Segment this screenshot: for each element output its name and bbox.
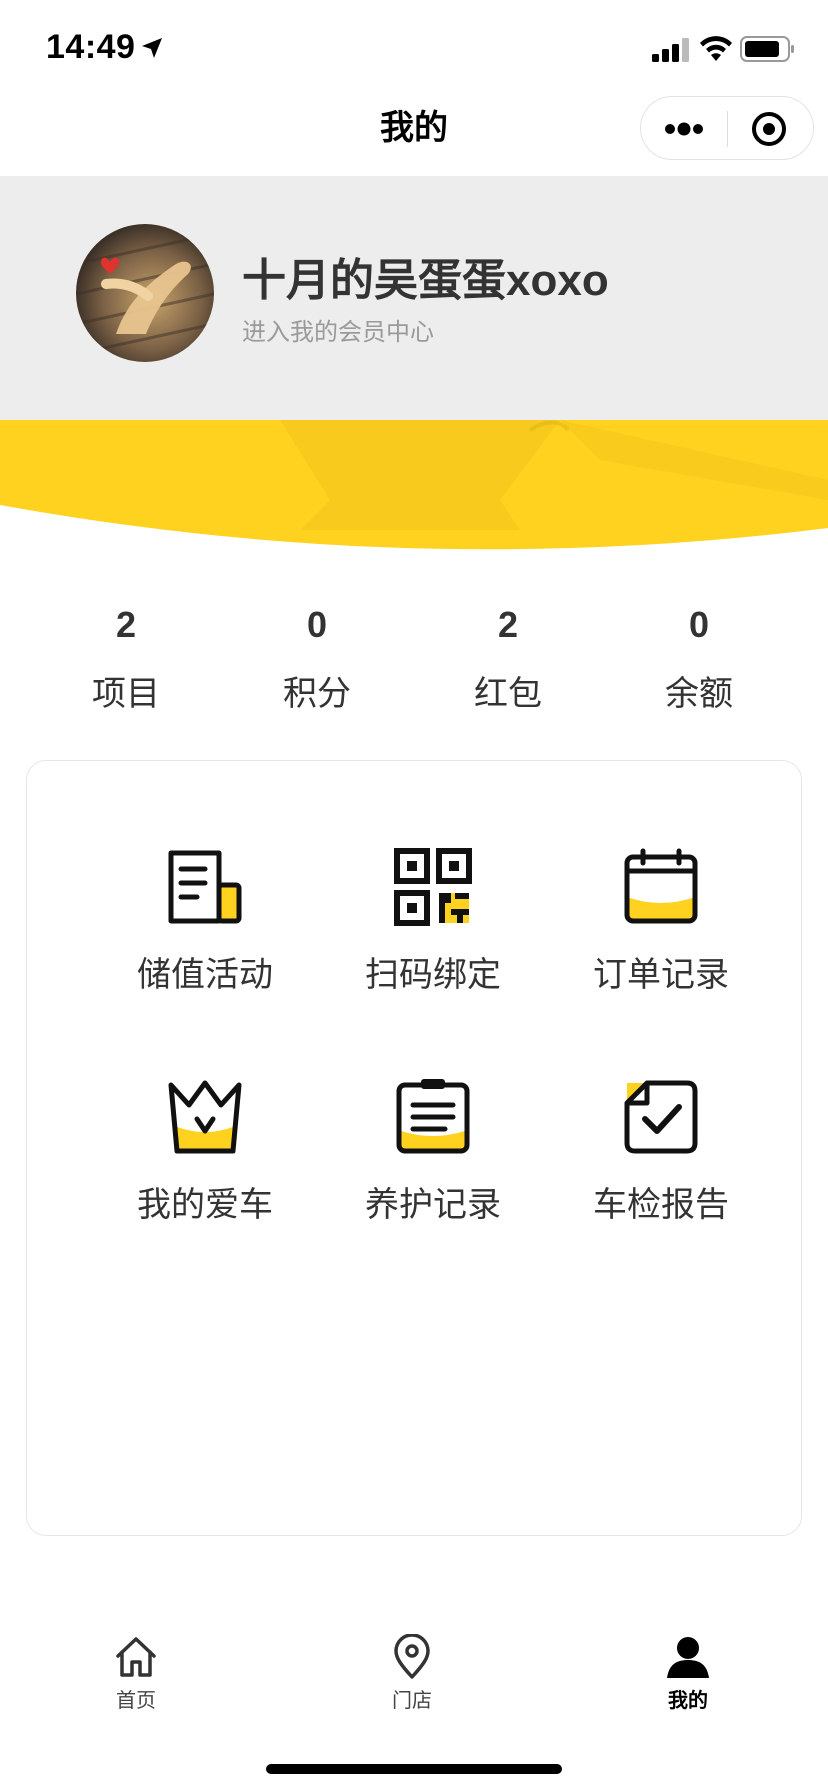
- member-center-link[interactable]: 进入我的会员中心: [242, 312, 434, 347]
- grid-item-my-car[interactable]: 我的爱车: [91, 1077, 319, 1257]
- profile-header[interactable]: 十月的吴蛋蛋xoxo 进入我的会员中心: [0, 176, 828, 420]
- nav-bar: 我的: [0, 96, 828, 176]
- stat-points[interactable]: 0 积分: [222, 600, 412, 715]
- cellular-signal-icon: [652, 38, 689, 62]
- stat-label: 项目: [92, 675, 160, 713]
- grid-item-stored-value[interactable]: 储值活动: [91, 847, 319, 1027]
- check-note-icon: [624, 1080, 698, 1154]
- stat-balance[interactable]: 0 余额: [604, 600, 794, 715]
- user-name: 十月的吴蛋蛋xoxo: [242, 256, 609, 305]
- decorative-yellow-band: [0, 420, 828, 550]
- stat-label: 积分: [283, 675, 351, 713]
- calendar-icon: [624, 848, 698, 924]
- stat-red-packets[interactable]: 2 红包: [413, 600, 603, 715]
- stat-label: 红包: [474, 675, 542, 713]
- mini-program-capsule: [640, 96, 814, 160]
- capsule-divider: [727, 111, 728, 147]
- grid-item-order-records[interactable]: 订单记录: [547, 847, 775, 1027]
- tab-label: 我的: [668, 1690, 708, 1712]
- crown-icon: [168, 1080, 242, 1154]
- stat-projects[interactable]: 2 项目: [31, 600, 221, 715]
- grid-item-scan-bind[interactable]: 扫码绑定: [319, 847, 547, 1027]
- grid-label: 我的爱车: [137, 1186, 273, 1224]
- tab-label: 门店: [392, 1690, 432, 1712]
- stat-value: 0: [688, 604, 710, 645]
- status-time: 14:49: [46, 28, 136, 66]
- more-icon[interactable]: [641, 97, 727, 161]
- avatar-image: [76, 224, 214, 362]
- tab-label: 首页: [116, 1690, 156, 1712]
- battery-icon: [740, 36, 794, 62]
- tab-stores[interactable]: 门店: [342, 1634, 482, 1713]
- location-arrow-icon: [142, 38, 162, 58]
- status-bar: 14:49: [0, 0, 828, 96]
- stat-label: 余额: [665, 675, 733, 713]
- tab-home[interactable]: 首页: [66, 1634, 206, 1713]
- home-indicator: [266, 1764, 562, 1774]
- qrcode-icon: [394, 848, 472, 926]
- grid-label: 订单记录: [593, 956, 729, 994]
- grid-item-inspection-report[interactable]: 车检报告: [547, 1077, 775, 1257]
- clipboard-icon: [396, 1079, 470, 1154]
- grid-label: 车检报告: [593, 1186, 729, 1224]
- grid-label: 养护记录: [365, 1186, 501, 1224]
- grid-item-maintenance-records[interactable]: 养护记录: [319, 1077, 547, 1257]
- grid-label: 扫码绑定: [365, 956, 501, 994]
- feature-grid-card: 储值活动 扫码绑定 订单记录 我的爱车 养护记录 车检报告: [26, 760, 802, 1536]
- tab-bar: 首页 门店 我的: [0, 1616, 828, 1726]
- user-icon: [667, 1637, 709, 1678]
- wifi-icon: [700, 36, 732, 61]
- close-target-icon[interactable]: [729, 97, 815, 161]
- document-icon: [168, 850, 242, 924]
- tab-mine[interactable]: 我的: [618, 1634, 758, 1713]
- stat-value: 0: [306, 604, 328, 645]
- grid-label: 储值活动: [137, 956, 273, 994]
- avatar[interactable]: [76, 224, 214, 362]
- stats-row: 2 项目 0 积分 2 红包 0 余额: [0, 600, 828, 730]
- home-icon: [116, 1637, 156, 1677]
- stat-value: 2: [115, 604, 137, 645]
- stat-value: 2: [497, 604, 519, 645]
- location-icon: [394, 1634, 430, 1679]
